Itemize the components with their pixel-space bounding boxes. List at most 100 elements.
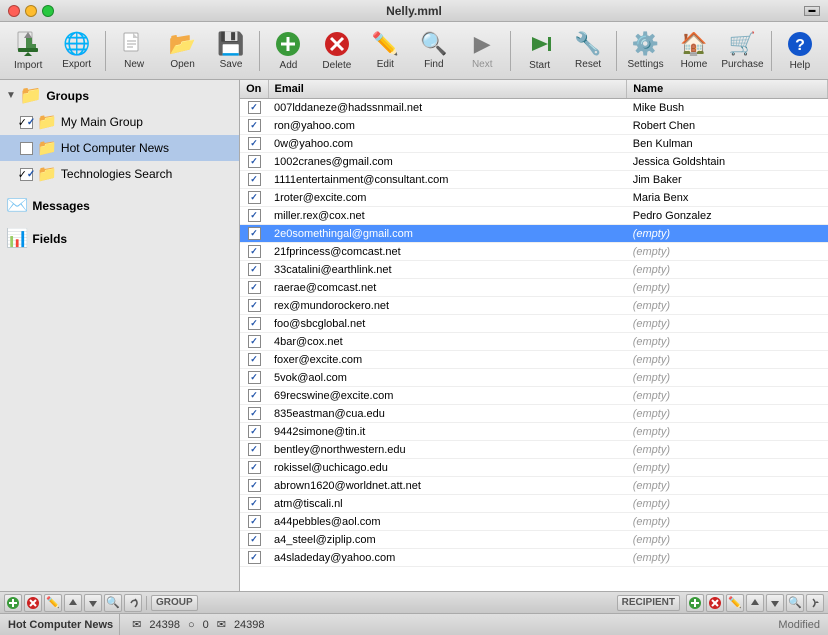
technologies-search-checkbox[interactable]: ✓ [20,168,33,181]
row-checkbox[interactable] [248,281,261,294]
export-button[interactable]: 🌐 Export [52,25,100,77]
row-checkbox[interactable] [248,173,261,186]
email-table-wrapper[interactable]: On Email Name 007lddaneze@hadssnmail.net… [240,80,828,591]
table-row[interactable]: 2e0somethingal@gmail.com(empty) [240,225,828,243]
table-row[interactable]: a4_steel@ziplip.com(empty) [240,531,828,549]
row-checkbox[interactable] [248,407,261,420]
table-row[interactable]: 1002cranes@gmail.comJessica Goldshtain [240,153,828,171]
table-row[interactable]: 835eastman@cua.edu(empty) [240,405,828,423]
table-row[interactable]: 69recswine@excite.com(empty) [240,387,828,405]
row-checkbox[interactable] [248,155,261,168]
window-controls[interactable] [8,5,54,17]
fields-header[interactable]: 📊 Fields [0,224,239,253]
row-checkbox[interactable] [248,209,261,222]
group-delete-button[interactable] [24,594,42,612]
row-checkbox[interactable] [248,191,261,204]
table-row[interactable]: raerae@comcast.net(empty) [240,279,828,297]
table-row[interactable]: foxer@excite.com(empty) [240,351,828,369]
save-button[interactable]: 💾 Save [207,25,255,77]
table-row[interactable]: bentley@northwestern.edu(empty) [240,441,828,459]
help-button[interactable]: ? Help [776,25,824,77]
sidebar-item-hot-computer-news[interactable]: 📁 Hot Computer News [0,135,239,161]
hot-computer-news-checkbox[interactable] [20,142,33,155]
next-button[interactable]: ▶ Next [458,25,506,77]
recipient-down-button[interactable] [766,594,784,612]
recipient-edit-button[interactable]: ✏️ [726,594,744,612]
import-button[interactable]: Import [4,25,52,77]
table-row[interactable]: 0w@yahoo.comBen Kulman [240,135,828,153]
settings-button[interactable]: ⚙️ Settings [621,25,669,77]
recipient-add-button[interactable] [686,594,704,612]
recipient-redo-button[interactable] [806,594,824,612]
table-row[interactable]: 1roter@excite.comMaria Benx [240,189,828,207]
start-button[interactable]: Start [515,25,563,77]
table-row[interactable]: atm@tiscali.nl(empty) [240,495,828,513]
table-row[interactable]: rex@mundorockero.net(empty) [240,297,828,315]
table-row[interactable]: 21fprincess@comcast.net(empty) [240,243,828,261]
expand-button[interactable]: ▬ [804,6,820,16]
sidebar-item-technologies-search[interactable]: ✓ 📁 Technologies Search [0,161,239,187]
row-checkbox[interactable] [248,101,261,114]
minimize-button[interactable] [25,5,37,17]
group-redo-button[interactable] [124,594,142,612]
find-button[interactable]: 🔍 Find [410,25,458,77]
row-checkbox[interactable] [248,425,261,438]
table-row[interactable]: a44pebbles@aol.com(empty) [240,513,828,531]
group-up-button[interactable] [64,594,82,612]
row-checkbox[interactable] [248,353,261,366]
group-down-button[interactable] [84,594,102,612]
reset-button[interactable]: 🔧 Reset [564,25,612,77]
row-checkbox[interactable] [248,443,261,456]
row-checkbox[interactable] [248,389,261,402]
row-checkbox[interactable] [248,551,261,564]
row-checkbox[interactable] [248,137,261,150]
home-label: Home [681,59,708,70]
row-checkbox[interactable] [248,497,261,510]
home-button[interactable]: 🏠 Home [670,25,718,77]
new-button[interactable]: New [110,25,158,77]
recipient-search-button[interactable]: 🔍 [786,594,804,612]
sidebar-item-my-main-group[interactable]: ✓ 📁 My Main Group [0,109,239,135]
recipient-delete-button[interactable] [706,594,724,612]
my-main-group-checkbox[interactable]: ✓ [20,116,33,129]
table-row[interactable]: foo@sbcglobal.net(empty) [240,315,828,333]
groups-header[interactable]: ▼ 📁 Groups [0,82,239,109]
row-checkbox[interactable] [248,119,261,132]
table-row[interactable]: abrown1620@worldnet.att.net(empty) [240,477,828,495]
row-checkbox-cell [240,171,268,189]
table-row[interactable]: 33catalini@earthlink.net(empty) [240,261,828,279]
row-checkbox[interactable] [248,461,261,474]
table-row[interactable]: ron@yahoo.comRobert Chen [240,117,828,135]
messages-header[interactable]: ✉️ Messages [0,191,239,220]
group-search-button[interactable]: 🔍 [104,594,122,612]
row-checkbox[interactable] [248,317,261,330]
row-checkbox[interactable] [248,479,261,492]
open-button[interactable]: 📂 Open [158,25,206,77]
row-checkbox[interactable] [248,245,261,258]
row-checkbox[interactable] [248,227,261,240]
delete-button[interactable]: Delete [313,25,361,77]
group-edit-button[interactable]: ✏️ [44,594,62,612]
row-checkbox[interactable] [248,371,261,384]
maximize-button[interactable] [42,5,54,17]
row-checkbox[interactable] [248,263,261,276]
row-checkbox[interactable] [248,299,261,312]
group-add-button[interactable] [4,594,22,612]
table-row[interactable]: 9442simone@tin.it(empty) [240,423,828,441]
table-row[interactable]: 1111entertainment@consultant.comJim Bake… [240,171,828,189]
edit-button[interactable]: ✏️ Edit [361,25,409,77]
table-row[interactable]: miller.rex@cox.netPedro Gonzalez [240,207,828,225]
table-row[interactable]: rokissel@uchicago.edu(empty) [240,459,828,477]
table-row[interactable]: 5vok@aol.com(empty) [240,369,828,387]
row-checkbox[interactable] [248,335,261,348]
svg-text:?: ? [795,37,805,54]
recipient-up-button[interactable] [746,594,764,612]
table-row[interactable]: 4bar@cox.net(empty) [240,333,828,351]
row-checkbox[interactable] [248,533,261,546]
close-button[interactable] [8,5,20,17]
add-button[interactable]: Add [264,25,312,77]
table-row[interactable]: 007lddaneze@hadssnmail.netMike Bush [240,99,828,117]
purchase-button[interactable]: 🛒 Purchase [718,25,766,77]
table-row[interactable]: a4sladeday@yahoo.com(empty) [240,549,828,567]
row-checkbox[interactable] [248,515,261,528]
